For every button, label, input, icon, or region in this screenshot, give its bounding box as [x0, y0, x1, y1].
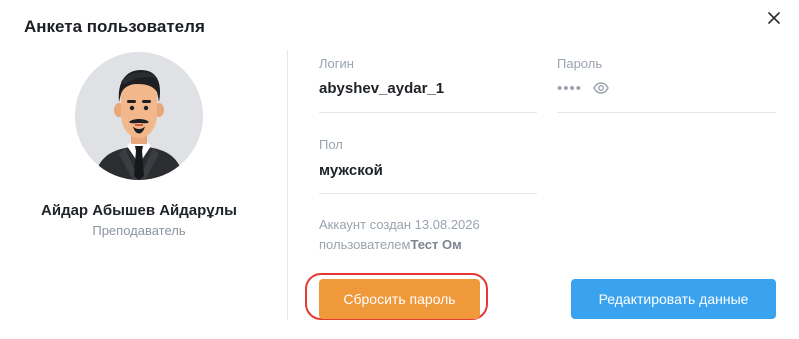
account-created-by: пользователемТест Ом	[319, 235, 549, 255]
password-mask: ••••	[557, 80, 583, 97]
avatar	[75, 52, 203, 180]
user-full-name: Айдар Абышев Айдарұлы	[41, 202, 237, 219]
user-avatar-illustration	[75, 52, 203, 180]
edit-data-button[interactable]: Редактировать данные	[571, 279, 776, 319]
eye-icon[interactable]	[593, 81, 609, 95]
account-created-info: Аккаунт создан 13.08.2026 пользователемТ…	[319, 215, 549, 255]
password-label: Пароль	[557, 56, 603, 71]
gender-value: мужской	[319, 162, 383, 179]
gender-underline	[319, 193, 537, 194]
login-value: abyshev_aydar_1	[319, 80, 445, 97]
vertical-divider	[287, 50, 288, 320]
account-created-date: Аккаунт создан 13.08.2026	[319, 217, 480, 232]
login-underline	[319, 112, 537, 113]
created-by-label: пользователем	[319, 237, 411, 252]
login-label: Логин	[319, 56, 354, 71]
user-profile-modal: Анкета пользователя Айдар Абышев Айдарұл…	[0, 0, 799, 339]
close-icon[interactable]	[764, 8, 784, 28]
gender-label: Пол	[319, 137, 343, 152]
created-by-author: Тест Ом	[410, 237, 462, 252]
password-underline	[557, 112, 776, 113]
modal-title: Анкета пользователя	[24, 17, 205, 36]
reset-password-button[interactable]: Сбросить пароль	[319, 279, 480, 319]
user-role: Преподаватель	[92, 223, 186, 238]
